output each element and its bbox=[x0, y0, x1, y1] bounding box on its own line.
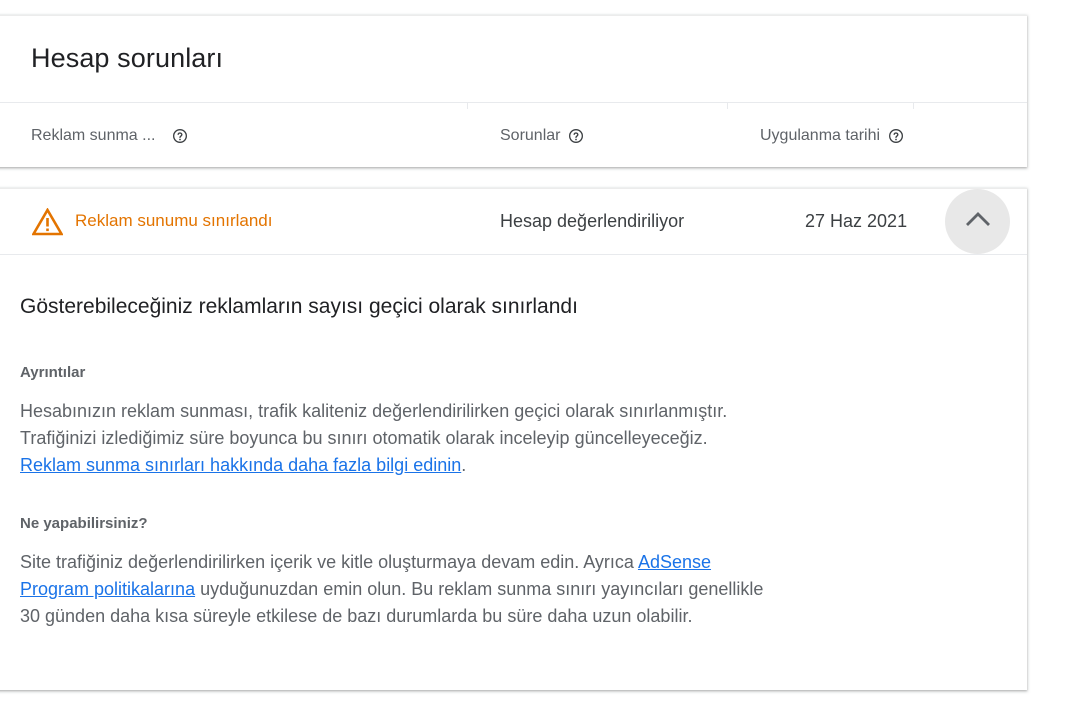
column-divider bbox=[913, 103, 914, 109]
table-row[interactable]: Reklam sunumu sınırlandı Hesap değerlend… bbox=[0, 189, 1027, 255]
todo-label: Ne yapabilirsiniz? bbox=[20, 515, 148, 532]
issue-date: 27 Haz 2021 bbox=[805, 211, 908, 231]
details-text: Hesabınızın reklam sunması, trafik kalit… bbox=[20, 398, 800, 479]
collapse-button[interactable] bbox=[945, 189, 1010, 254]
details-link-suffix: . bbox=[461, 455, 467, 475]
chevron-up-icon bbox=[965, 211, 991, 232]
detail-title: Gösterebileceğiniz reklamların sayısı ge… bbox=[20, 295, 578, 318]
header-applied-date[interactable]: Uygulanma tarihi bbox=[760, 127, 904, 145]
page: Hesap sorunları Reklam sunma ... Sorunla… bbox=[0, 0, 1080, 714]
todo-text-1: Site trafiğiniz değerlendirilirken içeri… bbox=[20, 552, 638, 572]
header-issues[interactable]: Sorunlar bbox=[500, 127, 584, 145]
header-ad-serving-label: Reklam sunma ... bbox=[31, 127, 156, 144]
issue-status: Reklam sunumu sınırlandı bbox=[75, 211, 273, 230]
todo-text: Site trafiğiniz değerlendirilirken içeri… bbox=[20, 549, 780, 630]
help-icon[interactable] bbox=[172, 128, 188, 144]
issue-detail-card: Reklam sunumu sınırlandı Hesap değerlend… bbox=[0, 188, 1027, 690]
warning-triangle-icon bbox=[31, 207, 64, 236]
account-issues-card: Hesap sorunları Reklam sunma ... Sorunla… bbox=[0, 15, 1027, 167]
details-text-2: Trafiğinizi izlediğimiz süre boyunca bu … bbox=[20, 428, 708, 448]
help-icon[interactable] bbox=[568, 128, 584, 144]
column-divider bbox=[467, 103, 468, 109]
details-text-1: Hesabınızın reklam sunması, trafik kalit… bbox=[20, 401, 728, 421]
table-header-row: Reklam sunma ... Sorunlar Uygulanma tari… bbox=[0, 102, 1027, 168]
card-title: Hesap sorunları bbox=[31, 43, 224, 73]
column-divider bbox=[727, 103, 728, 109]
header-issues-label: Sorunlar bbox=[500, 127, 561, 144]
learn-more-link[interactable]: Reklam sunma sınırları hakkında daha faz… bbox=[20, 455, 461, 475]
issue-problem: Hesap değerlendiriliyor bbox=[500, 211, 685, 231]
header-ad-serving[interactable]: Reklam sunma ... bbox=[31, 127, 188, 145]
help-icon[interactable] bbox=[888, 128, 904, 144]
details-label: Ayrıntılar bbox=[20, 364, 86, 381]
header-applied-date-label: Uygulanma tarihi bbox=[760, 127, 881, 144]
